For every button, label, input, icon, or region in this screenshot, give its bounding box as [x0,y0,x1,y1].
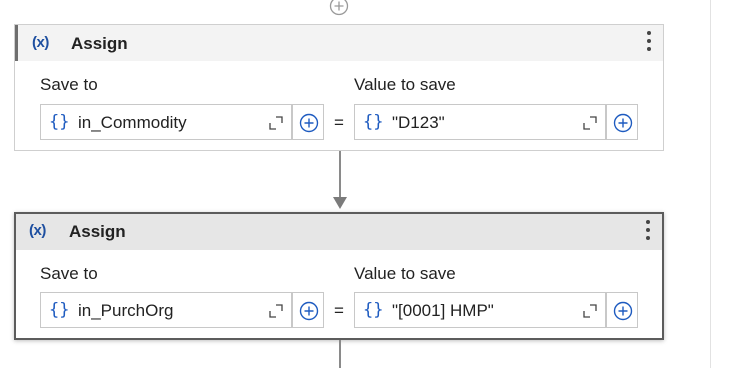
value-to-save-label: Value to save [354,264,456,283]
save-to-value: in_Commodity [78,113,187,132]
value-to-save-value: "D123" [392,113,445,132]
expression-braces-icon: {} [49,112,70,132]
add-argument-button[interactable] [606,292,638,328]
plus-circle-icon [299,301,319,321]
add-activity-button[interactable] [329,0,349,16]
activity-title: Assign [71,34,128,53]
sequence-connector [339,340,341,368]
value-to-save-label: Value to save [354,75,456,94]
value-to-save-field[interactable]: {} "[0001] HMP" [354,292,606,328]
save-to-label: Save to [40,264,98,283]
workflow-canvas: (x) Assign Save to Value to save {} in_C… [0,0,739,368]
plus-circle-icon [329,0,349,16]
save-to-field[interactable]: {} in_Commodity [40,104,292,140]
activity-body: Save to Value to save {} in_Commodity = … [15,61,663,149]
plus-circle-icon [613,113,633,133]
expand-editor-icon[interactable] [583,116,597,130]
add-argument-button[interactable] [292,104,324,140]
add-argument-button[interactable] [292,292,324,328]
activity-body: Save to Value to save {} in_PurchOrg = {… [16,250,662,338]
equals-sign: = [334,301,344,320]
value-to-save-value: "[0001] HMP" [392,301,494,320]
expression-braces-icon: {} [363,112,384,132]
expand-editor-icon[interactable] [583,304,597,318]
activity-header[interactable]: (x) Assign [15,25,663,61]
save-to-field[interactable]: {} in_PurchOrg [40,292,292,328]
expression-braces-icon: {} [49,300,70,320]
expression-braces-icon: {} [363,300,384,320]
assign-activity-card-selected[interactable]: (x) Assign Save to Value to save {} in_P… [14,212,664,340]
value-to-save-field[interactable]: {} "D123" [354,104,606,140]
assign-activity-card[interactable]: (x) Assign Save to Value to save {} in_C… [14,24,664,151]
activity-title: Assign [69,222,126,241]
activity-header[interactable]: (x) Assign [16,214,662,250]
save-to-value: in_PurchOrg [78,301,174,320]
add-argument-button[interactable] [606,104,638,140]
equals-sign: = [334,113,344,132]
plus-circle-icon [613,301,633,321]
arrow-down-icon [333,197,347,209]
more-options-icon[interactable] [647,31,651,55]
variable-x-icon: (x) [29,222,46,239]
save-to-label: Save to [40,75,98,94]
panel-divider [710,0,711,368]
sequence-connector [339,151,341,199]
more-options-icon[interactable] [646,220,650,244]
variable-x-icon: (x) [32,34,49,51]
expand-editor-icon[interactable] [269,304,283,318]
expand-editor-icon[interactable] [269,116,283,130]
plus-circle-icon [299,113,319,133]
